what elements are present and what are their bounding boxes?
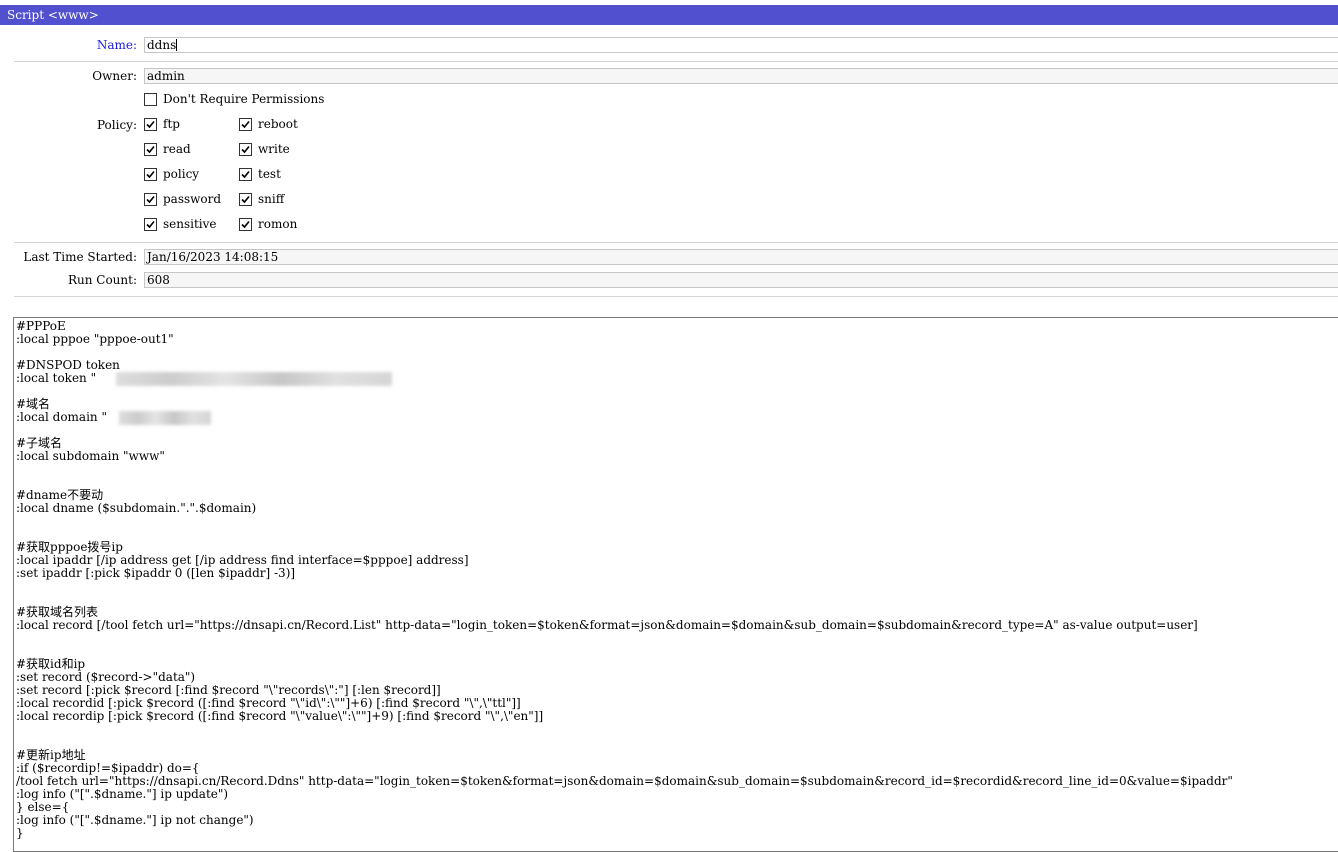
policy-sensitive-checkbox[interactable] [144,218,157,231]
checkmark-icon [146,195,155,204]
policy-test-label: test [258,167,281,181]
policy-write-checkbox[interactable] [239,143,252,156]
script-source-editor[interactable]: #PPPoE :local pppoe "pppoe-out1" #DNSPOD… [13,317,1338,852]
policy-policy-label: policy [163,167,200,181]
policy-romon-label: romon [258,217,298,231]
code-line: :set ipaddr [:pick $ipaddr 0 ([len $ipad… [16,566,296,580]
separator [14,296,1338,297]
policy-reboot-label: reboot [258,117,298,131]
policy-password-checkbox[interactable] [144,193,157,206]
policy-read-checkbox[interactable] [144,143,157,156]
code-line: :local dname ($subdomain.".".$domain) [16,501,257,515]
name-label: Name: [96,38,137,52]
checkmark-icon [241,220,250,229]
run-count-value: 608 [144,272,1338,288]
policy-password-label: password [163,192,222,206]
owner-input[interactable]: admin [144,68,1338,84]
policy-policy-checkbox[interactable] [144,168,157,181]
run-count-label: Run Count: [67,273,137,287]
redacted-domain [119,411,211,425]
checkmark-icon [146,220,155,229]
checkmark-icon [146,120,155,129]
redacted-token [116,372,392,386]
name-input-value: ddns [147,38,177,52]
policy-sensitive-label: sensitive [163,217,217,231]
separator [14,61,1338,62]
policy-sniff-checkbox[interactable] [239,193,252,206]
policy-write-label: write [258,142,290,156]
policy-ftp-label: ftp [163,117,180,131]
checkmark-icon [146,145,155,154]
code-line: :local subdomain "www" [16,449,165,463]
checkmark-icon [146,170,155,179]
policy-read-label: read [163,142,191,156]
checkmark-icon [241,170,250,179]
code-line: :local recordip [:pick $record ([:find $… [16,709,544,723]
checkmark-icon [241,120,250,129]
checkmark-icon [241,145,250,154]
code-line: :log info ("[".$dname."] ip not change") [16,813,254,827]
text-caret [176,39,178,51]
code-line: :local token " [16,371,97,385]
dont-require-permissions-label: Don't Require Permissions [163,92,325,106]
code-line: } [16,826,24,840]
window-title: Script <www> [0,5,1338,25]
code-line: :local pppoe "pppoe-out1" [16,332,174,346]
name-input[interactable]: ddns [144,37,1338,53]
dont-require-permissions-checkbox[interactable] [144,93,157,106]
policy-label: Policy: [96,118,137,132]
policy-sniff-label: sniff [258,192,285,206]
policy-test-checkbox[interactable] [239,168,252,181]
last-time-started-label: Last Time Started: [23,250,137,264]
last-time-started-value: Jan/16/2023 14:08:15 [144,249,1338,265]
code-line: :local record [/tool fetch url="https://… [16,618,1198,632]
owner-label: Owner: [92,69,137,83]
checkmark-icon [241,195,250,204]
policy-romon-checkbox[interactable] [239,218,252,231]
code-line: :local domain " [16,410,107,424]
policy-ftp-checkbox[interactable] [144,118,157,131]
policy-reboot-checkbox[interactable] [239,118,252,131]
separator [14,242,1338,243]
